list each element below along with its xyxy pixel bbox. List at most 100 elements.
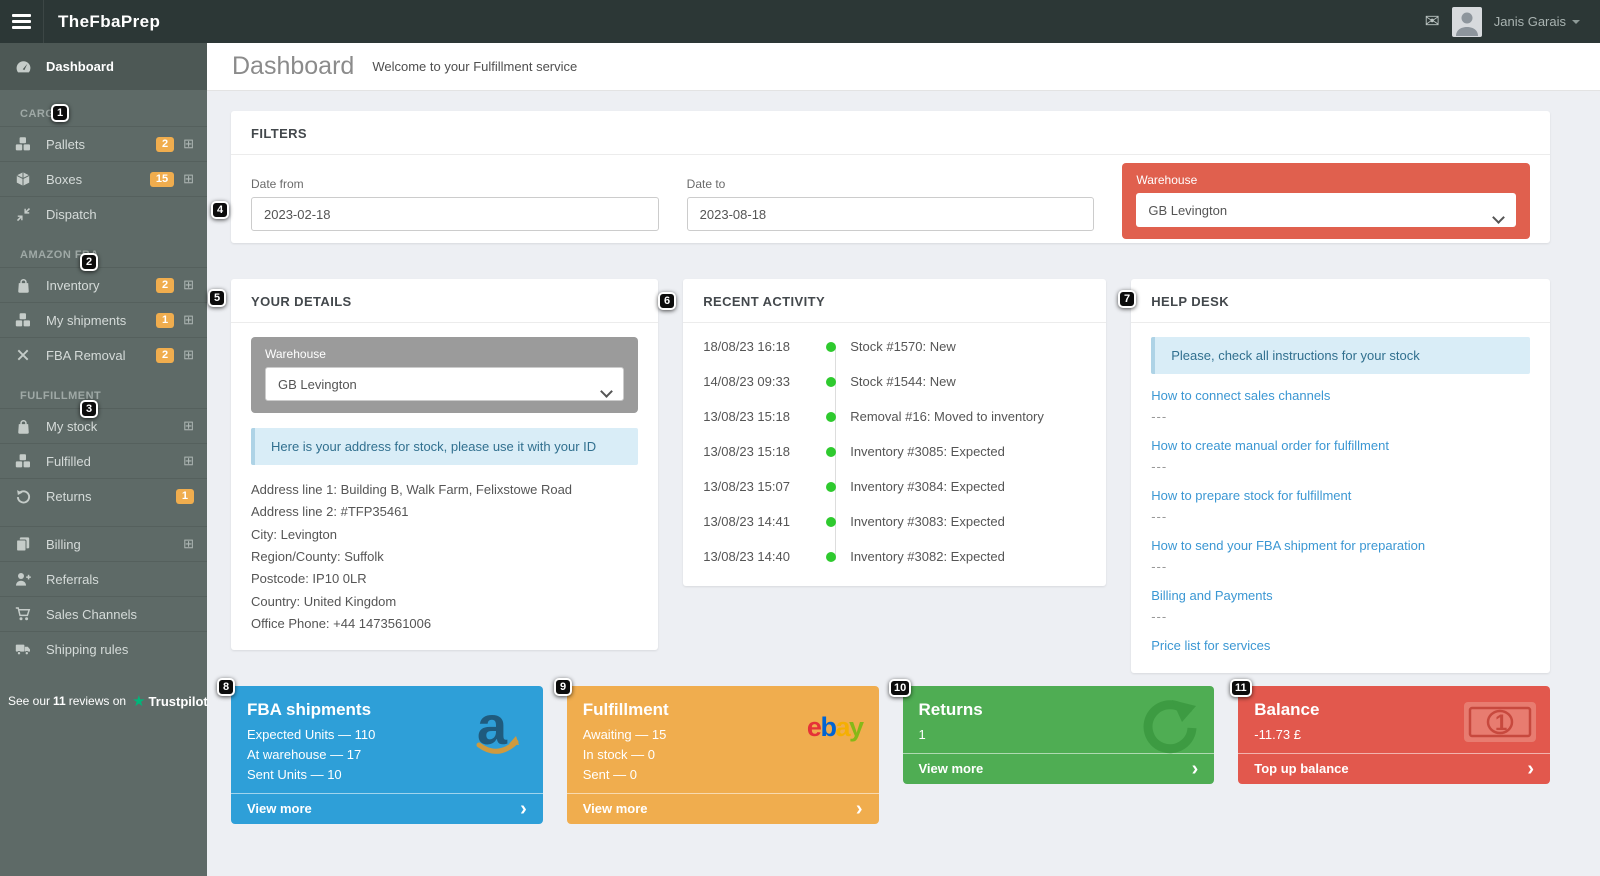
count-badge: 2 xyxy=(155,136,175,152)
page-header: Dashboard Welcome to your Fulfillment se… xyxy=(207,43,1600,91)
help-desk-panel: HELP DESK Please, check all instructions… xyxy=(1131,279,1550,673)
sidebar-item-fba-removal[interactable]: FBA Removal 2 ⊞ xyxy=(0,337,207,372)
sidebar-item-dispatch[interactable]: Dispatch xyxy=(0,196,207,231)
expand-plus-icon[interactable]: ⊞ xyxy=(183,453,194,469)
activity-timeline: 18/08/23 16:18 Stock #1570: New 14/08/23… xyxy=(683,323,1106,586)
topbar: TheFbaPrep ✉ Janis Garais xyxy=(0,0,1600,43)
copy-pages-icon xyxy=(0,536,46,552)
menu-toggle-button[interactable] xyxy=(0,0,44,43)
sidebar-item-label: Dashboard xyxy=(46,59,114,74)
sidebar-section-fulfillment: FULFILLMENT xyxy=(20,390,102,402)
help-link[interactable]: How to prepare stock for fulfillment xyxy=(1151,488,1351,503)
sidebar-item-returns[interactable]: Returns 1 xyxy=(0,478,207,513)
sidebar-item-my-shipments[interactable]: My shipments 1 ⊞ xyxy=(0,302,207,337)
address-line: City: Levington xyxy=(251,526,337,542)
sidebar-item-label: My stock xyxy=(46,418,98,434)
fba-shipments-card: FBA shipments Expected Units — 110 At wa… xyxy=(231,686,543,825)
sidebar-item-sales-channels[interactable]: Sales Channels xyxy=(0,596,207,631)
expand-plus-icon[interactable]: ⊞ xyxy=(183,277,194,293)
expand-plus-icon[interactable]: ⊞ xyxy=(183,536,194,552)
address-line: Country: United Kingdom xyxy=(251,593,397,609)
activity-time: 13/08/23 15:07 xyxy=(703,479,790,494)
truck-icon xyxy=(0,641,46,657)
top-up-balance-label: Top up balance xyxy=(1254,761,1349,777)
help-link[interactable]: Price list for services xyxy=(1151,638,1270,653)
sidebar-item-label: Fulfilled xyxy=(46,453,91,469)
sidebar-item-fulfilled[interactable]: Fulfilled ⊞ xyxy=(0,443,207,478)
help-desk-title: HELP DESK xyxy=(1131,279,1550,323)
sidebar-item-label: FBA Removal xyxy=(46,347,126,363)
trustpilot-brand: Trustpilot xyxy=(148,693,208,709)
filters-title: FILTERS xyxy=(231,111,1550,155)
mail-icon[interactable]: ✉ xyxy=(1425,11,1440,32)
activity-time: 13/08/23 14:41 xyxy=(703,514,790,529)
warehouse-filter-box: Warehouse GB Levington xyxy=(1122,163,1530,239)
app-logo: TheFbaPrep xyxy=(58,11,161,31)
help-link[interactable]: How to create manual order for fulfillme… xyxy=(1151,438,1389,453)
details-warehouse-select[interactable]: GB Levington xyxy=(265,367,625,401)
expand-plus-icon[interactable]: ⊞ xyxy=(183,312,194,328)
chevron-right-icon: › xyxy=(855,797,863,820)
date-to-label: Date to xyxy=(686,177,726,191)
times-icon xyxy=(0,348,46,362)
timeline-dot-icon xyxy=(826,481,837,492)
help-link[interactable]: How to send your FBA shipment for prepar… xyxy=(1151,538,1425,553)
view-more-button[interactable]: View more › xyxy=(566,793,879,824)
user-menu[interactable]: Janis Garais xyxy=(1494,14,1580,29)
sidebar-item-shipping-rules[interactable]: Shipping rules xyxy=(0,631,207,666)
ebay-logo-icon: ebay xyxy=(806,712,864,742)
activity-row: 13/08/23 15:07 Inventory #3084: Expected xyxy=(683,469,1106,504)
address-line: Address line 2: #TFP35461 xyxy=(251,504,409,520)
date-to-input[interactable] xyxy=(686,197,1095,231)
annotation-marker-9: 9 xyxy=(554,678,572,696)
sidebar-item-billing[interactable]: Billing ⊞ xyxy=(0,526,207,561)
count-badge: 1 xyxy=(175,488,194,504)
timeline-dot-icon xyxy=(826,516,837,527)
warehouse-select[interactable]: GB Levington xyxy=(1136,193,1516,227)
help-link-separator: --- xyxy=(1151,409,1168,424)
chevron-down-icon xyxy=(1572,19,1580,24)
activity-row: 13/08/23 14:41 Inventory #3083: Expected xyxy=(683,504,1106,539)
sidebar-item-label: Shipping rules xyxy=(46,641,129,657)
help-link-separator: --- xyxy=(1151,559,1168,574)
view-more-label: View more xyxy=(247,801,312,817)
annotation-marker-8: 8 xyxy=(217,678,235,696)
activity-text: Inventory #3082: Expected xyxy=(850,549,1005,564)
sidebar-item-pallets[interactable]: Pallets 2 ⊞ xyxy=(0,126,207,161)
page-title: Dashboard xyxy=(232,52,355,80)
dashboard-gauge-icon xyxy=(0,58,46,75)
help-link[interactable]: How to connect sales channels xyxy=(1151,388,1330,403)
person-icon xyxy=(1455,12,1478,36)
warehouse-label: Warehouse xyxy=(1136,173,1198,187)
view-more-button[interactable]: View more › xyxy=(231,793,543,824)
avatar[interactable] xyxy=(1451,6,1482,37)
activity-time: 18/08/23 16:18 xyxy=(703,339,790,354)
balance-card: Balance -11.73 £ 1 Top up balance › xyxy=(1238,686,1550,785)
trustpilot-star-icon: ★ xyxy=(132,693,146,710)
sidebar-item-referrals[interactable]: Referrals xyxy=(0,561,207,596)
help-link[interactable]: Billing and Payments xyxy=(1151,588,1272,603)
sidebar-item-my-stock[interactable]: My stock ⊞ xyxy=(0,408,207,443)
annotation-marker-2: 2 xyxy=(80,253,98,271)
help-desk-alert: Please, check all instructions for your … xyxy=(1151,337,1530,374)
sidebar-item-boxes[interactable]: Boxes 15 ⊞ xyxy=(0,161,207,196)
sidebar-item-inventory[interactable]: Inventory 2 ⊞ xyxy=(0,267,207,302)
expand-plus-icon[interactable]: ⊞ xyxy=(183,347,194,363)
trustpilot-review-count: 11 xyxy=(53,694,66,708)
expand-plus-icon[interactable]: ⊞ xyxy=(183,418,194,434)
annotation-marker-1: 1 xyxy=(51,104,69,122)
top-up-balance-button[interactable]: Top up balance › xyxy=(1238,753,1550,784)
trustpilot-widget[interactable]: See our 11 reviews on ★ Trustpilot xyxy=(0,692,208,710)
activity-text: Removal #16: Moved to inventory xyxy=(850,409,1044,424)
view-more-label: View more xyxy=(918,761,984,777)
activity-row: 18/08/23 16:18 Stock #1570: New xyxy=(683,329,1106,364)
expand-plus-icon[interactable]: ⊞ xyxy=(183,136,194,152)
card-stat: In stock — 0 xyxy=(582,747,655,763)
user-plus-icon xyxy=(0,571,46,587)
expand-plus-icon[interactable]: ⊞ xyxy=(183,171,194,187)
sidebar-item-dashboard[interactable]: Dashboard xyxy=(0,43,207,90)
date-from-input[interactable] xyxy=(251,197,659,231)
annotation-marker-3: 3 xyxy=(80,400,98,418)
timeline-dot-icon xyxy=(826,446,837,457)
activity-row: 14/08/23 09:33 Stock #1544: New xyxy=(683,364,1106,399)
